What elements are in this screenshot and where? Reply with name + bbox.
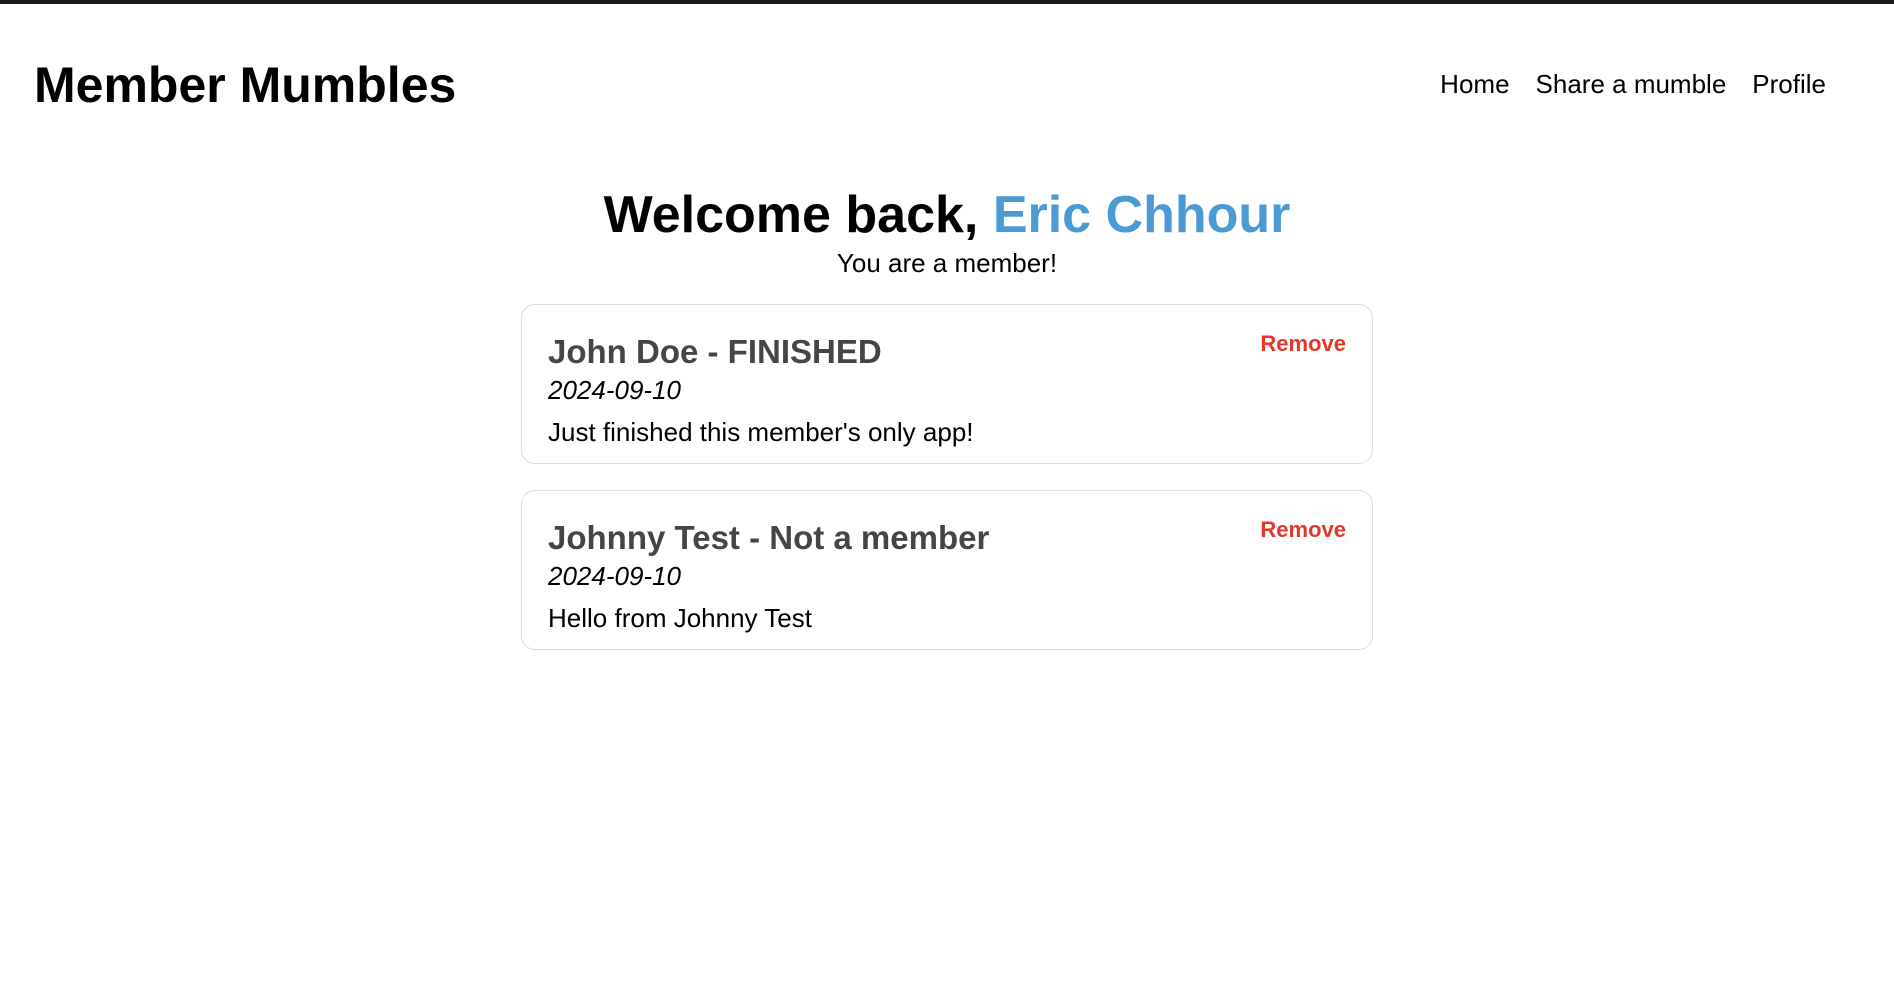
remove-button[interactable]: Remove bbox=[1260, 517, 1346, 543]
message-title: Johnny Test - Not a member bbox=[548, 519, 990, 556]
message-date: 2024-09-10 bbox=[548, 561, 681, 591]
remove-button[interactable]: Remove bbox=[1260, 331, 1346, 357]
welcome-heading: Welcome back, Eric Chhour bbox=[0, 184, 1894, 246]
message-title: John Doe - FINISHED bbox=[548, 333, 882, 370]
message-list: John Doe - FINISHED 2024-09-10 Just fini… bbox=[521, 304, 1373, 650]
main-nav: Home Share a mumble Profile bbox=[1440, 66, 1826, 102]
user-name: Eric Chhour bbox=[992, 186, 1291, 244]
message-date: 2024-09-10 bbox=[548, 375, 681, 405]
nav-link-home[interactable]: Home bbox=[1440, 66, 1509, 102]
nav-link-share-mumble[interactable]: Share a mumble bbox=[1536, 66, 1727, 102]
message-card: John Doe - FINISHED 2024-09-10 Just fini… bbox=[521, 304, 1373, 464]
message-body: Hello from Johnny Test bbox=[548, 603, 812, 633]
site-header: Member Mumbles Home Share a mumble Profi… bbox=[0, 4, 1894, 154]
membership-status: You are a member! bbox=[836, 248, 1058, 278]
welcome-greeting: Welcome back, bbox=[603, 186, 993, 244]
welcome-section: Welcome back, Eric Chhour You are a memb… bbox=[0, 184, 1894, 280]
message-body: Just finished this member's only app! bbox=[548, 417, 974, 447]
site-title[interactable]: Member Mumbles bbox=[34, 52, 456, 118]
message-card: Johnny Test - Not a member 2024-09-10 He… bbox=[521, 490, 1373, 650]
nav-link-profile[interactable]: Profile bbox=[1752, 66, 1826, 102]
main-content: Welcome back, Eric Chhour You are a memb… bbox=[0, 184, 1894, 650]
